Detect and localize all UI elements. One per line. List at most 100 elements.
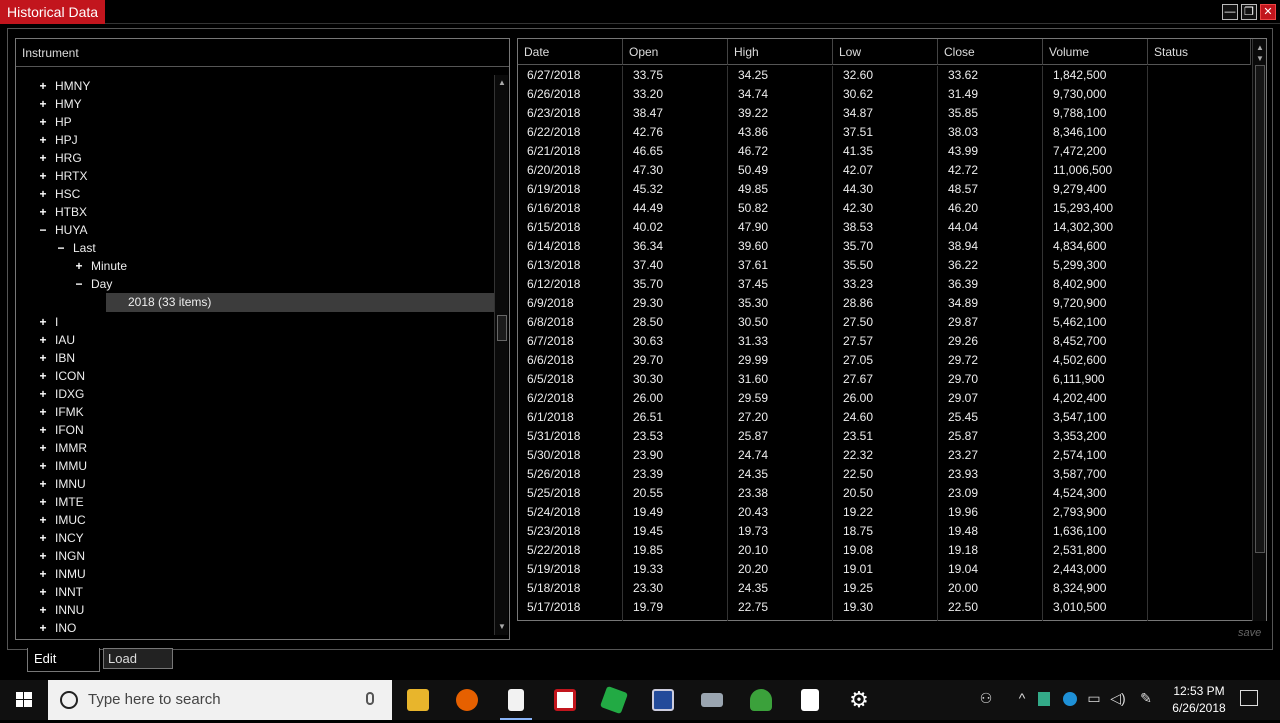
table-row[interactable]: 6/21/2018 46.65 46.72 41.35 43.99 7,472,200 — [518, 142, 1251, 161]
expand-icon[interactable]: + — [37, 421, 49, 439]
table-row[interactable]: 5/25/2018 20.55 23.38 20.50 23.09 4,524,300 — [518, 484, 1251, 503]
table-row[interactable]: 6/5/2018 30.30 31.60 27.67 29.70 6,111,900 — [518, 370, 1251, 389]
close-button[interactable]: ✕ — [1260, 4, 1276, 20]
table-row[interactable]: 6/8/2018 28.50 30.50 27.50 29.87 5,462,100 — [518, 313, 1251, 332]
expand-icon[interactable]: + — [37, 313, 49, 331]
expand-icon[interactable]: + — [37, 149, 49, 167]
edge-icon[interactable] — [1060, 690, 1080, 710]
scroll-down-icon[interactable]: ▼ — [495, 621, 509, 633]
save-link[interactable]: save — [1238, 627, 1261, 639]
tree-node[interactable]: + IDXG — [37, 385, 84, 403]
table-row[interactable]: 6/27/2018 33.75 34.25 32.60 33.62 1,842,500 — [518, 66, 1251, 85]
android-app[interactable] — [737, 680, 785, 720]
table-row[interactable]: 6/13/2018 37.40 37.61 35.50 36.22 5,299,300 — [518, 256, 1251, 275]
tab-edit[interactable]: Edit — [27, 648, 100, 672]
table-row[interactable]: 6/22/2018 42.76 43.86 37.51 38.03 8,346,100 — [518, 123, 1251, 142]
expand-icon[interactable]: + — [37, 547, 49, 565]
tree-node[interactable]: + IFMK — [37, 403, 83, 421]
start-button[interactable] — [0, 680, 48, 720]
expand-icon[interactable]: + — [37, 601, 49, 619]
microphone-icon[interactable] — [366, 692, 374, 705]
table-row[interactable]: 6/12/2018 35.70 37.45 33.23 36.39 8,402,900 — [518, 275, 1251, 294]
expand-icon[interactable]: + — [37, 385, 49, 403]
volume-icon[interactable]: ◁) — [1108, 690, 1128, 710]
maximize-button[interactable]: ❐ — [1241, 4, 1257, 20]
collapse-icon[interactable]: − — [73, 275, 85, 293]
expand-icon[interactable]: + — [37, 439, 49, 457]
tree-node[interactable]: + IFON — [37, 421, 83, 439]
expand-icon[interactable]: + — [37, 583, 49, 601]
tree-node[interactable]: + HMNY — [37, 77, 90, 95]
table-row[interactable]: 5/19/2018 19.33 20.20 19.01 19.04 2,443,000 — [518, 560, 1251, 579]
expand-icon[interactable]: + — [37, 167, 49, 185]
expand-icon[interactable]: + — [37, 131, 49, 149]
expand-icon[interactable]: + — [37, 565, 49, 583]
column-header-open[interactable]: Open — [623, 39, 728, 65]
collapse-icon[interactable]: − — [55, 239, 67, 257]
tree-node[interactable]: + HRTX — [37, 167, 87, 185]
network-tray-icon[interactable]: ▭ — [1084, 690, 1104, 710]
tree-node[interactable]: + HMY — [37, 95, 81, 113]
expand-icon[interactable]: + — [37, 77, 49, 95]
instrument-tree[interactable]: + HMNY + HMY + HP + HPJ + HRG + HRTX + HSC + HTBX − HUYA −… — [16, 75, 494, 635]
minimize-button[interactable]: — — [1222, 4, 1238, 20]
table-scroll-thumb[interactable] — [1255, 65, 1265, 553]
tree-node[interactable]: + IMMR — [37, 439, 87, 457]
expand-icon[interactable]: + — [37, 493, 49, 511]
settings-app[interactable]: ⚙ — [835, 680, 883, 720]
tree-node[interactable]: + INGN — [37, 547, 85, 565]
column-header-close[interactable]: Close — [938, 39, 1043, 65]
taskbar-search[interactable]: Type here to search — [48, 680, 392, 720]
sticky-note-app[interactable] — [786, 680, 834, 720]
expand-icon[interactable]: + — [37, 113, 49, 131]
file-explorer-app[interactable] — [394, 680, 442, 720]
expand-icon[interactable]: + — [37, 349, 49, 367]
red-app[interactable] — [541, 680, 589, 720]
table-row[interactable]: 6/9/2018 29.30 35.30 28.86 34.89 9,720,900 — [518, 294, 1251, 313]
chevron-up-icon[interactable]: ^ — [1012, 690, 1032, 710]
people-icon[interactable]: ⚇ — [976, 690, 996, 710]
table-row[interactable]: 5/26/2018 23.39 24.35 22.50 23.93 3,587,700 — [518, 465, 1251, 484]
table-row[interactable]: 6/6/2018 29.70 29.99 27.05 29.72 4,502,600 — [518, 351, 1251, 370]
tree-node[interactable]: − Day — [73, 275, 112, 293]
expand-icon[interactable]: + — [37, 95, 49, 113]
tree-node[interactable]: + INCY — [37, 529, 83, 547]
tree-node[interactable]: + HRG — [37, 149, 81, 167]
scroll-up-icon[interactable]: ▲ — [495, 77, 509, 89]
tree-node-selected[interactable]: 2018 (33 items) — [106, 293, 494, 312]
expand-icon[interactable]: + — [37, 331, 49, 349]
table-row[interactable]: 5/24/2018 19.49 20.43 19.22 19.96 2,793,900 — [518, 503, 1251, 522]
tree-scrollbar[interactable]: ▲ ▼ — [494, 75, 508, 635]
tree-node[interactable]: + IAU — [37, 331, 75, 349]
tree-node[interactable]: + IMNU — [37, 475, 85, 493]
column-header-date[interactable]: Date — [518, 39, 623, 65]
collapse-icon[interactable]: − — [37, 221, 49, 239]
expand-icon[interactable]: + — [37, 475, 49, 493]
table-row[interactable]: 5/18/2018 23.30 24.35 19.25 20.00 8,324,900 — [518, 579, 1251, 598]
expand-icon[interactable]: + — [37, 185, 49, 203]
table-row[interactable]: 6/16/2018 44.49 50.82 42.30 46.20 15,293,400 — [518, 199, 1251, 218]
expand-icon[interactable]: + — [37, 403, 49, 421]
table-row[interactable]: 5/17/2018 19.79 22.75 19.30 22.50 3,010,500 — [518, 598, 1251, 617]
table-row[interactable]: 5/30/2018 23.90 24.74 22.32 23.27 2,574,100 — [518, 446, 1251, 465]
notepad-app[interactable] — [492, 680, 540, 720]
pen-icon[interactable]: ✎ — [1136, 690, 1156, 710]
table-row[interactable]: 6/14/2018 36.34 39.60 35.70 38.94 4,834,600 — [518, 237, 1251, 256]
table-row[interactable]: 6/15/2018 40.02 47.90 38.53 44.04 14,302,300 — [518, 218, 1251, 237]
expand-icon[interactable]: + — [37, 367, 49, 385]
notification-icon[interactable] — [1240, 690, 1258, 706]
scroll-down-icon[interactable]: ▼ — [1253, 54, 1267, 64]
table-row[interactable]: 5/22/2018 19.85 20.10 19.08 19.18 2,531,800 — [518, 541, 1251, 560]
table-row[interactable]: 5/31/2018 23.53 25.87 23.51 25.87 3,353,200 — [518, 427, 1251, 446]
expand-icon[interactable]: + — [37, 457, 49, 475]
tree-node[interactable]: − HUYA — [37, 221, 87, 239]
tree-node[interactable]: + ICON — [37, 367, 85, 385]
tree-node[interactable]: + IBN — [37, 349, 75, 367]
tree-node[interactable]: + INNU — [37, 601, 84, 619]
tree-scroll-thumb[interactable] — [497, 315, 507, 341]
expand-icon[interactable]: + — [37, 511, 49, 529]
table-row[interactable]: 6/2/2018 26.00 29.59 26.00 29.07 4,202,400 — [518, 389, 1251, 408]
system-clock[interactable]: 12:53 PM 6/26/2018 — [1160, 683, 1238, 717]
tree-node[interactable]: + INO — [37, 619, 76, 635]
tree-node[interactable]: + HPJ — [37, 131, 77, 149]
